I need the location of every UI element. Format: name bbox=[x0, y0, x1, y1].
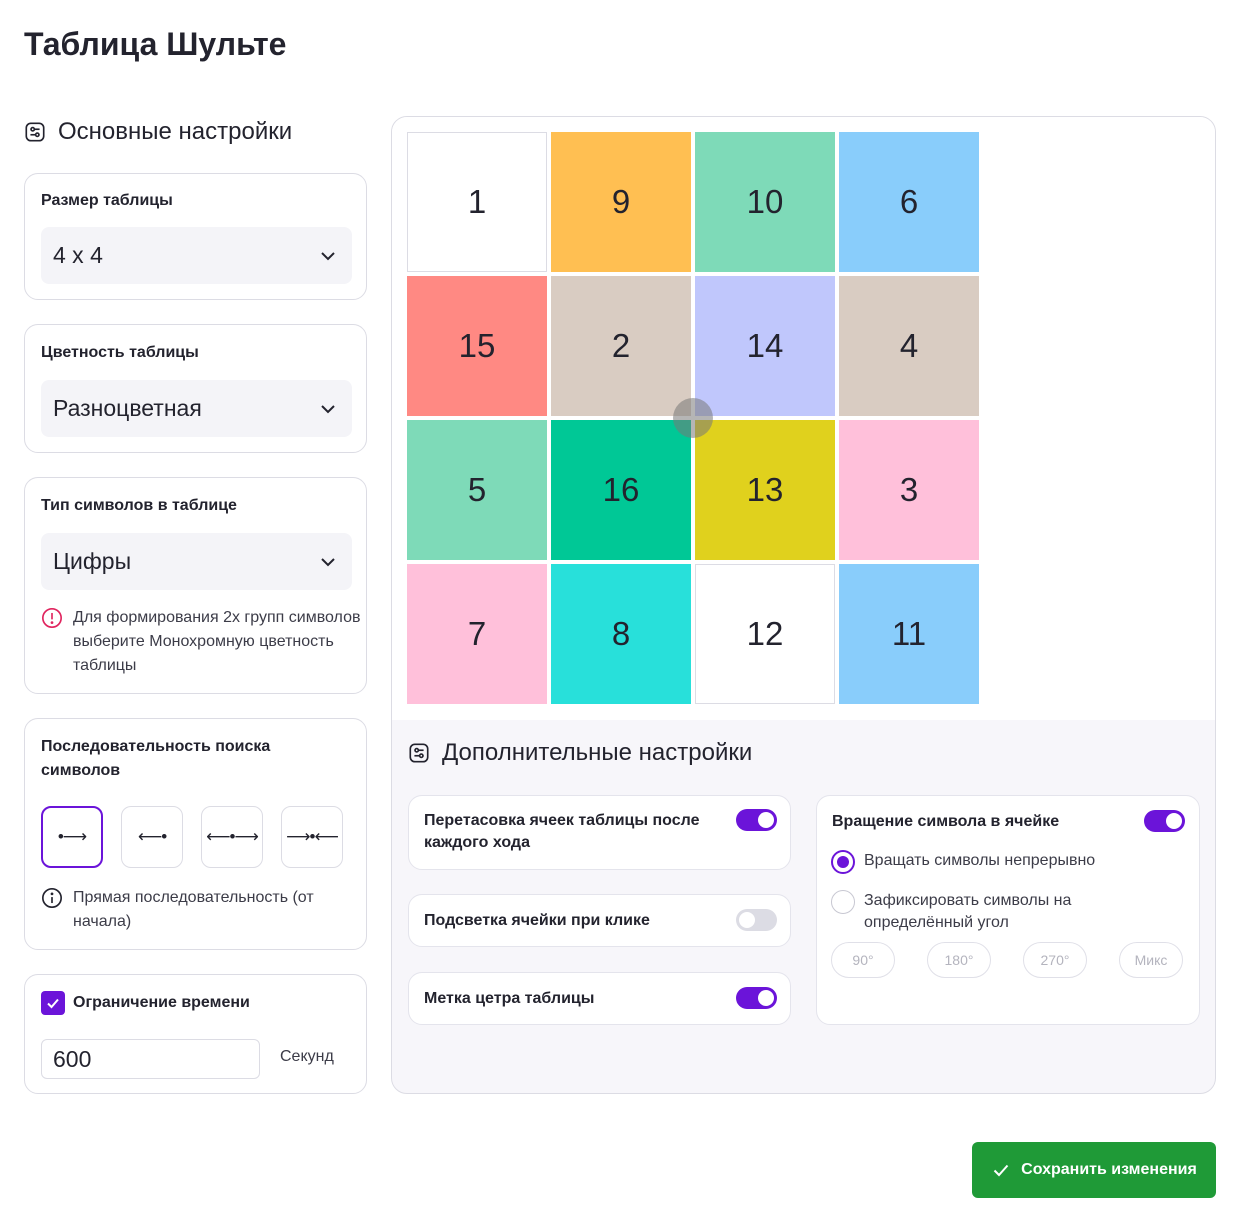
highlight-toggle[interactable] bbox=[736, 909, 777, 931]
center-mark-label: Метка цетра таблицы bbox=[424, 990, 595, 1007]
preview-panel: 1 9 10 6 15 2 14 4 5 16 13 3 7 8 12 11 Д… bbox=[391, 116, 1216, 1094]
table-size-label: Размер таблицы bbox=[41, 192, 173, 209]
main-settings-header: Основные настройки bbox=[24, 118, 292, 146]
direction-backward-button[interactable]: ⟵• bbox=[121, 806, 183, 868]
shuffle-label: Перетасовка ячеек таблицы после каждого … bbox=[424, 812, 700, 851]
time-limit-input[interactable] bbox=[41, 1039, 260, 1079]
time-limit-card: Ограничение времени Секунд bbox=[24, 974, 367, 1094]
symbol-type-warning-text: Для формирования 2х групп символов выбер… bbox=[73, 609, 361, 674]
search-order-card: Последовательность поиска символов •⟶ ⟵•… bbox=[24, 718, 367, 950]
rotation-fixed-radio[interactable] bbox=[831, 890, 855, 914]
grid-cell[interactable]: 7 bbox=[407, 564, 547, 704]
angle-180-button[interactable]: 180° bbox=[927, 942, 991, 978]
direction-outward-button[interactable]: ⟵•⟶ bbox=[201, 806, 263, 868]
grid-cell[interactable]: 8 bbox=[551, 564, 691, 704]
extra-settings-title: Дополнительные настройки bbox=[442, 739, 753, 766]
table-size-card: Размер таблицы 4 x 4 bbox=[24, 173, 367, 300]
grid-center-mark bbox=[673, 398, 713, 438]
save-button[interactable]: Сохранить изменения bbox=[972, 1142, 1216, 1198]
angle-mix-button[interactable]: Микс bbox=[1119, 942, 1183, 978]
save-button-label: Сохранить изменения bbox=[1021, 1161, 1197, 1178]
check-icon bbox=[993, 1164, 1009, 1177]
direction-forward-button[interactable]: •⟶ bbox=[41, 806, 103, 868]
symbol-type-card: Тип символов в таблице Цифры Для формиро… bbox=[24, 477, 367, 694]
grid-cell[interactable]: 6 bbox=[839, 132, 979, 272]
symbol-type-warning: Для формирования 2х групп символов выбер… bbox=[41, 606, 361, 678]
chevron-down-icon bbox=[321, 251, 335, 260]
grid-cell[interactable]: 10 bbox=[695, 132, 835, 272]
table-color-value: Разноцветная bbox=[53, 395, 202, 421]
info-circle-icon bbox=[42, 888, 62, 908]
angle-270-button[interactable]: 270° bbox=[1023, 942, 1087, 978]
symbol-type-label: Тип символов в таблице bbox=[41, 497, 237, 514]
table-color-select[interactable]: Разноцветная bbox=[41, 380, 352, 437]
highlight-card: Подсветка ячейки при клике bbox=[408, 894, 791, 947]
table-size-value: 4 x 4 bbox=[53, 242, 103, 268]
highlight-label: Подсветка ячейки при клике bbox=[424, 912, 650, 929]
rotation-fixed-option[interactable]: Зафиксировать символы на определённый уг… bbox=[831, 890, 1161, 934]
time-limit-checkbox-row: Ограничение времени bbox=[41, 991, 250, 1015]
symbol-type-select[interactable]: Цифры bbox=[41, 533, 352, 590]
center-mark-card: Метка цетра таблицы bbox=[408, 972, 791, 1025]
center-mark-toggle[interactable] bbox=[736, 987, 777, 1009]
grid-area: 1 9 10 6 15 2 14 4 5 16 13 3 7 8 12 11 bbox=[392, 117, 1215, 720]
check-icon bbox=[47, 998, 59, 1009]
table-size-select[interactable]: 4 x 4 bbox=[41, 227, 352, 284]
rotation-label: Вращение символа в ячейке bbox=[832, 813, 1060, 830]
grid-cell[interactable]: 9 bbox=[551, 132, 691, 272]
time-limit-label: Ограничение времени bbox=[73, 994, 250, 1011]
search-order-label: Последовательность поиска символов bbox=[41, 738, 271, 779]
settings-sliders-icon bbox=[25, 122, 45, 142]
table-color-card: Цветность таблицы Разноцветная bbox=[24, 324, 367, 453]
rotation-toggle[interactable] bbox=[1144, 810, 1185, 832]
grid-cell[interactable]: 15 bbox=[407, 276, 547, 416]
time-limit-unit: Секунд bbox=[280, 1048, 334, 1065]
extra-settings-header: Дополнительные настройки bbox=[408, 739, 752, 767]
rotation-continuous-radio[interactable] bbox=[831, 850, 855, 874]
search-order-hint-text: Прямая последовательность (от начала) bbox=[73, 889, 314, 930]
time-limit-checkbox[interactable] bbox=[41, 991, 65, 1015]
symbol-type-value: Цифры bbox=[53, 548, 132, 574]
grid-cell[interactable]: 3 bbox=[839, 420, 979, 560]
search-order-options: •⟶ ⟵• ⟵•⟶ ⟶•⟵ bbox=[41, 806, 343, 868]
chevron-down-icon bbox=[321, 404, 335, 413]
angle-90-button[interactable]: 90° bbox=[831, 942, 895, 978]
rotation-fixed-label: Зафиксировать символы на определённый уг… bbox=[864, 892, 1072, 931]
grid-cell[interactable]: 16 bbox=[551, 420, 691, 560]
direction-inward-button[interactable]: ⟶•⟵ bbox=[281, 806, 343, 868]
settings-sliders-icon bbox=[409, 743, 429, 763]
grid-cell[interactable]: 4 bbox=[839, 276, 979, 416]
grid-cell[interactable]: 14 bbox=[695, 276, 835, 416]
page-title: Таблица Шульте bbox=[24, 26, 287, 62]
grid-cell[interactable]: 1 bbox=[407, 132, 547, 272]
grid-cell[interactable]: 2 bbox=[551, 276, 691, 416]
shuffle-toggle[interactable] bbox=[736, 809, 777, 831]
grid-cell[interactable]: 13 bbox=[695, 420, 835, 560]
shuffle-card: Перетасовка ячеек таблицы после каждого … bbox=[408, 795, 791, 870]
rotation-card: Вращение символа в ячейке Вращать символ… bbox=[816, 795, 1200, 1025]
search-order-hint: Прямая последовательность (от начала) bbox=[41, 886, 361, 934]
rotation-continuous-label: Вращать символы непрерывно bbox=[864, 852, 1096, 869]
grid-cell[interactable]: 5 bbox=[407, 420, 547, 560]
grid-cell[interactable]: 11 bbox=[839, 564, 979, 704]
chevron-down-icon bbox=[321, 557, 335, 566]
grid-cell[interactable]: 12 bbox=[695, 564, 835, 704]
angle-options: 90° 180° 270° Микс bbox=[831, 942, 1183, 978]
alert-circle-icon bbox=[42, 608, 62, 628]
table-color-label: Цветность таблицы bbox=[41, 344, 199, 361]
rotation-continuous-option[interactable]: Вращать символы непрерывно bbox=[831, 850, 1095, 874]
main-settings-title: Основные настройки bbox=[58, 118, 293, 145]
